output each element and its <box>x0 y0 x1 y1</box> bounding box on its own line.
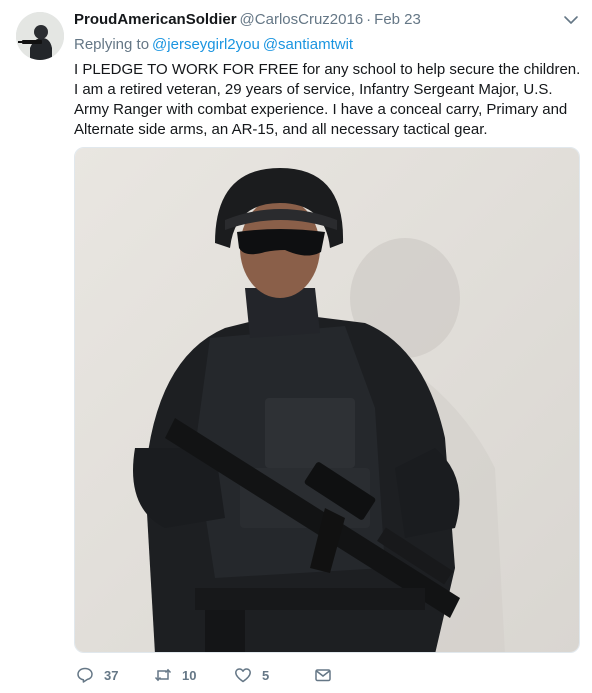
mention-link[interactable]: @santiamtwit <box>263 36 353 53</box>
heart-icon <box>234 666 252 684</box>
separator-dot: · <box>366 11 372 28</box>
tweet-header: ProudAmericanSoldier @CarlosCruz2016 · Feb … <box>74 11 421 29</box>
like-count: 5 <box>262 667 270 683</box>
tweet[interactable]: ProudAmericanSoldier @CarlosCruz2016 · Feb … <box>0 0 592 693</box>
direct-message-button[interactable] <box>314 665 332 685</box>
tweet-text: I PLEDGE TO WORK FOR FREE for any school… <box>74 61 581 138</box>
retweet-button[interactable]: 10 <box>154 665 196 685</box>
avatar-image <box>16 12 64 60</box>
retweet-count: 10 <box>182 667 197 683</box>
user-handle[interactable]: @CarlosCruz2016 <box>240 11 364 28</box>
mention-link[interactable]: @jerseygirl2you <box>152 36 260 53</box>
reply-icon <box>76 666 94 684</box>
like-button[interactable]: 5 <box>234 665 269 685</box>
timestamp[interactable]: Feb 23 <box>374 11 421 28</box>
reply-count: 37 <box>104 667 119 683</box>
display-name[interactable]: ProudAmericanSoldier <box>74 11 237 28</box>
photo-of-man-in-tactical-gear <box>75 148 579 652</box>
chevron-down-icon[interactable] <box>563 12 579 28</box>
media-photo[interactable] <box>74 147 580 653</box>
replying-to: Replying to @jerseygirl2you @santiamtwit <box>74 36 353 54</box>
reply-button[interactable]: 37 <box>76 665 118 685</box>
retweet-icon <box>154 666 172 684</box>
replying-to-label: Replying to <box>74 36 150 53</box>
avatar[interactable] <box>16 12 64 60</box>
envelope-icon <box>314 666 332 684</box>
